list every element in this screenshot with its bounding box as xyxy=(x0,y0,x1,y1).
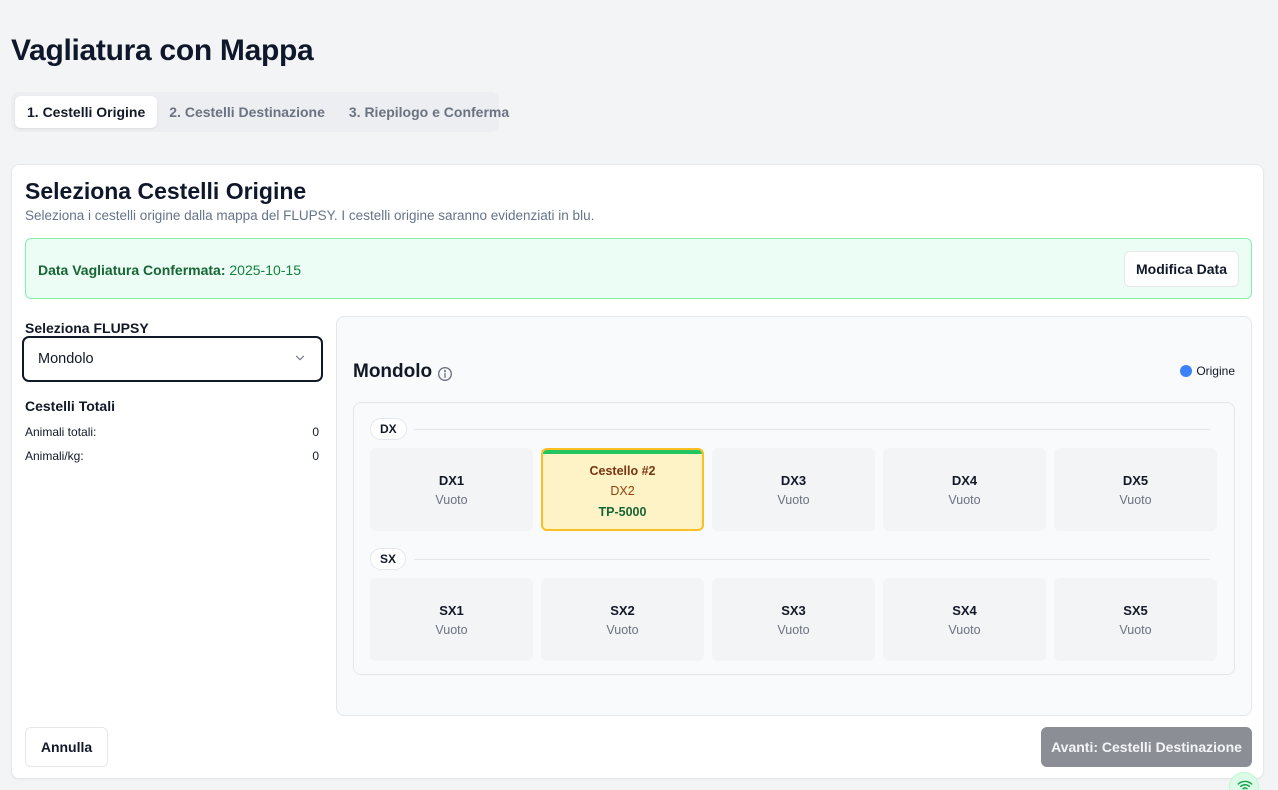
confirmed-date-label: Data Vagliatura Confermata: xyxy=(38,262,226,278)
basket-status: Vuoto xyxy=(1119,493,1152,507)
basket-name: DX3 xyxy=(780,473,807,488)
flupsy-map-panel: Mondolo Origine DX DX1 Vuoto Cestello #2… xyxy=(336,316,1252,716)
basket-status: Vuoto xyxy=(606,623,639,637)
stat-value: 0 xyxy=(312,425,319,439)
edit-date-button[interactable]: Modifica Data xyxy=(1124,251,1239,287)
cancel-button[interactable]: Annulla xyxy=(25,727,108,767)
legend-label: Origine xyxy=(1196,364,1235,378)
basket-title: Cestello #2 xyxy=(589,464,656,478)
basket-dx5[interactable]: DX5 Vuoto xyxy=(1054,448,1217,531)
basket-status: Vuoto xyxy=(435,493,468,507)
basket-sx5[interactable]: SX5 Vuoto xyxy=(1054,578,1217,661)
basket-name: DX1 xyxy=(438,473,465,488)
map-title: Mondolo xyxy=(353,361,453,383)
row-label-sx: SX xyxy=(370,548,407,570)
flupsy-select-label: Seleziona FLUPSY xyxy=(25,320,149,336)
basket-grid: DX DX1 Vuoto Cestello #2 DX2 TP-5000 DX3… xyxy=(353,402,1235,675)
basket-name: DX5 xyxy=(1122,473,1149,488)
basket-status: Vuoto xyxy=(948,493,981,507)
basket-status: Vuoto xyxy=(948,623,981,637)
basket-dx4[interactable]: DX4 Vuoto xyxy=(883,448,1046,531)
stat-label: Animali/kg: xyxy=(25,449,84,463)
confirmed-date-box: Data Vagliatura Confermata: 2025-10-15 M… xyxy=(25,238,1252,299)
stat-label: Animali totali: xyxy=(25,425,97,439)
basket-name: SX2 xyxy=(610,603,635,618)
basket-name: DX2 xyxy=(610,484,635,498)
wifi-icon xyxy=(1237,780,1253,790)
basket-name: SX4 xyxy=(952,603,977,618)
confirmed-date-value: 2025-10-15 xyxy=(229,262,302,278)
map-legend: Origine xyxy=(1180,364,1235,378)
basket-sx4[interactable]: SX4 Vuoto xyxy=(883,578,1046,661)
basket-sx3[interactable]: SX3 Vuoto xyxy=(712,578,875,661)
basket-dx2-selected[interactable]: Cestello #2 DX2 TP-5000 xyxy=(541,448,704,531)
tab-riepilogo-conferma[interactable]: 3. Riepilogo e Conferma xyxy=(337,96,521,128)
row-label-dx: DX xyxy=(370,418,407,440)
basket-sx2[interactable]: SX2 Vuoto xyxy=(541,578,704,661)
basket-status: Vuoto xyxy=(435,623,468,637)
confirmed-date-text: Data Vagliatura Confermata: 2025-10-15 xyxy=(38,262,301,278)
tab-cestelli-origine[interactable]: 1. Cestelli Origine xyxy=(15,96,158,128)
row-divider xyxy=(414,559,1210,560)
basket-dx3[interactable]: DX3 Vuoto xyxy=(712,448,875,531)
card-description: Seleziona i cestelli origine dalla mappa… xyxy=(25,208,595,223)
totals-title: Cestelli Totali xyxy=(25,398,115,414)
basket-dx1[interactable]: DX1 Vuoto xyxy=(370,448,533,531)
map-title-text: Mondolo xyxy=(353,361,433,382)
page-title: Vagliatura con Mappa xyxy=(11,34,314,67)
card-title: Seleziona Cestelli Origine xyxy=(25,178,307,204)
tab-cestelli-destinazione[interactable]: 2. Cestelli Destinazione xyxy=(157,96,337,128)
legend-dot xyxy=(1180,365,1193,377)
chevron-down-icon xyxy=(295,355,305,361)
basket-size: TP-5000 xyxy=(598,505,647,519)
basket-name: SX3 xyxy=(781,603,806,618)
basket-status: Vuoto xyxy=(777,493,810,507)
row-divider xyxy=(414,429,1210,430)
steps-tabs: 1. Cestelli Origine 2. Cestelli Destinaz… xyxy=(11,92,509,132)
stat-value: 0 xyxy=(312,449,319,463)
flupsy-select-value: Mondolo xyxy=(38,351,94,367)
basket-name: DX4 xyxy=(951,473,978,488)
basket-name: SX5 xyxy=(1123,603,1148,618)
basket-status: Vuoto xyxy=(1119,623,1152,637)
origin-selection-card: Seleziona Cestelli Origine Seleziona i c… xyxy=(11,164,1264,779)
basket-name: SX1 xyxy=(439,603,464,618)
stat-row-animali-totali: Animali totali: 0 xyxy=(25,425,319,439)
basket-status-bar xyxy=(543,450,702,454)
flupsy-select[interactable]: Mondolo xyxy=(22,336,323,382)
basket-sx1[interactable]: SX1 Vuoto xyxy=(370,578,533,661)
stat-row-animali-kg: Animali/kg: 0 xyxy=(25,449,319,463)
next-button[interactable]: Avanti: Cestelli Destinazione xyxy=(1041,727,1252,767)
basket-status: Vuoto xyxy=(777,623,810,637)
info-icon[interactable] xyxy=(437,366,453,382)
